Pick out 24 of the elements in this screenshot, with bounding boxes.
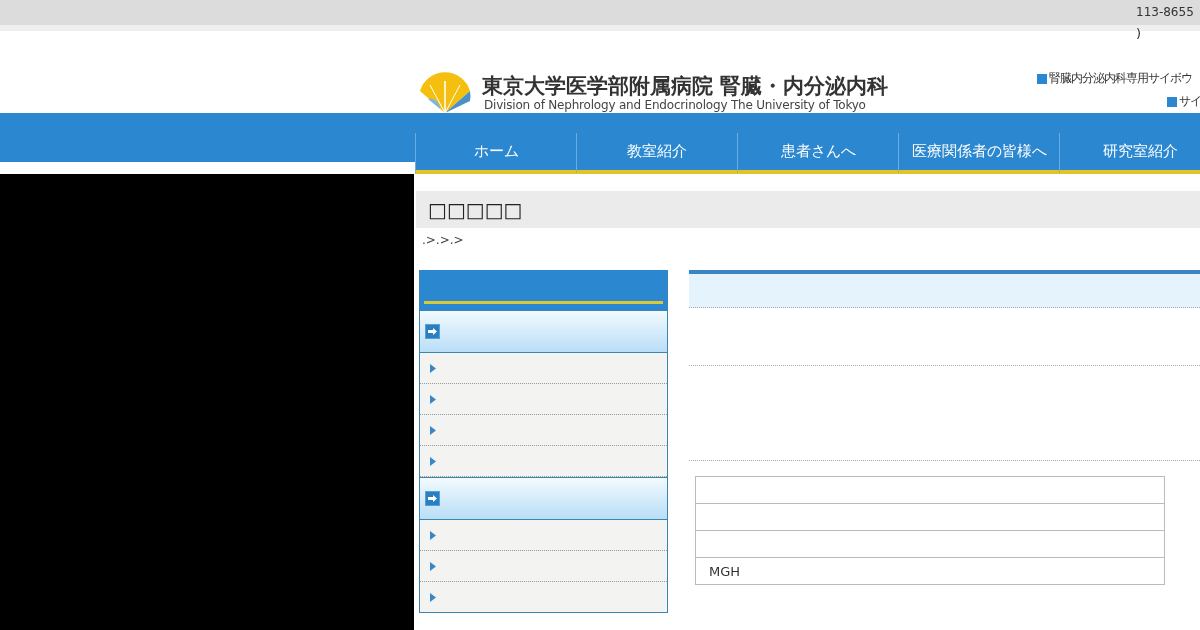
- ginkgo-logo-icon: [418, 69, 472, 113]
- header-link[interactable]: 腎臓内分泌内科専用サイボウ: [1037, 70, 1192, 87]
- site-title: 東京大学医学部附属病院 腎臓・内分泌内科: [482, 72, 889, 99]
- table-cell-text: MGH: [708, 562, 742, 581]
- triangle-icon: [430, 592, 436, 602]
- nav-tab[interactable]: 教室紹介: [576, 133, 737, 174]
- triangle-icon: [430, 425, 436, 435]
- nav-tab[interactable]: 医療関係者の皆様へ: [898, 133, 1059, 174]
- triangle-icon: [430, 456, 436, 466]
- header-link[interactable]: サイ: [1167, 93, 1200, 110]
- breadcrumb: .>.>.>: [422, 233, 465, 249]
- site-subtitle: Division of Nephrology and Endocrinology The University of Tokyo: [484, 98, 866, 112]
- nav-tab[interactable]: 研究室紹介: [1059, 133, 1200, 174]
- triangle-icon: [430, 561, 436, 571]
- sidebar-section-header[interactable]: [420, 477, 667, 520]
- postal-code: 113-8655: [1136, 5, 1194, 19]
- nav-tab[interactable]: 患者さんへ: [737, 133, 898, 174]
- page-title: □□□□□: [416, 191, 1200, 228]
- triangle-icon: [430, 530, 436, 540]
- address-text: ): [1136, 26, 1142, 41]
- sidebar-section-header[interactable]: [420, 310, 667, 353]
- triangle-icon: [430, 394, 436, 404]
- nav-tab[interactable]: ホーム: [415, 133, 576, 174]
- triangle-icon: [430, 363, 436, 373]
